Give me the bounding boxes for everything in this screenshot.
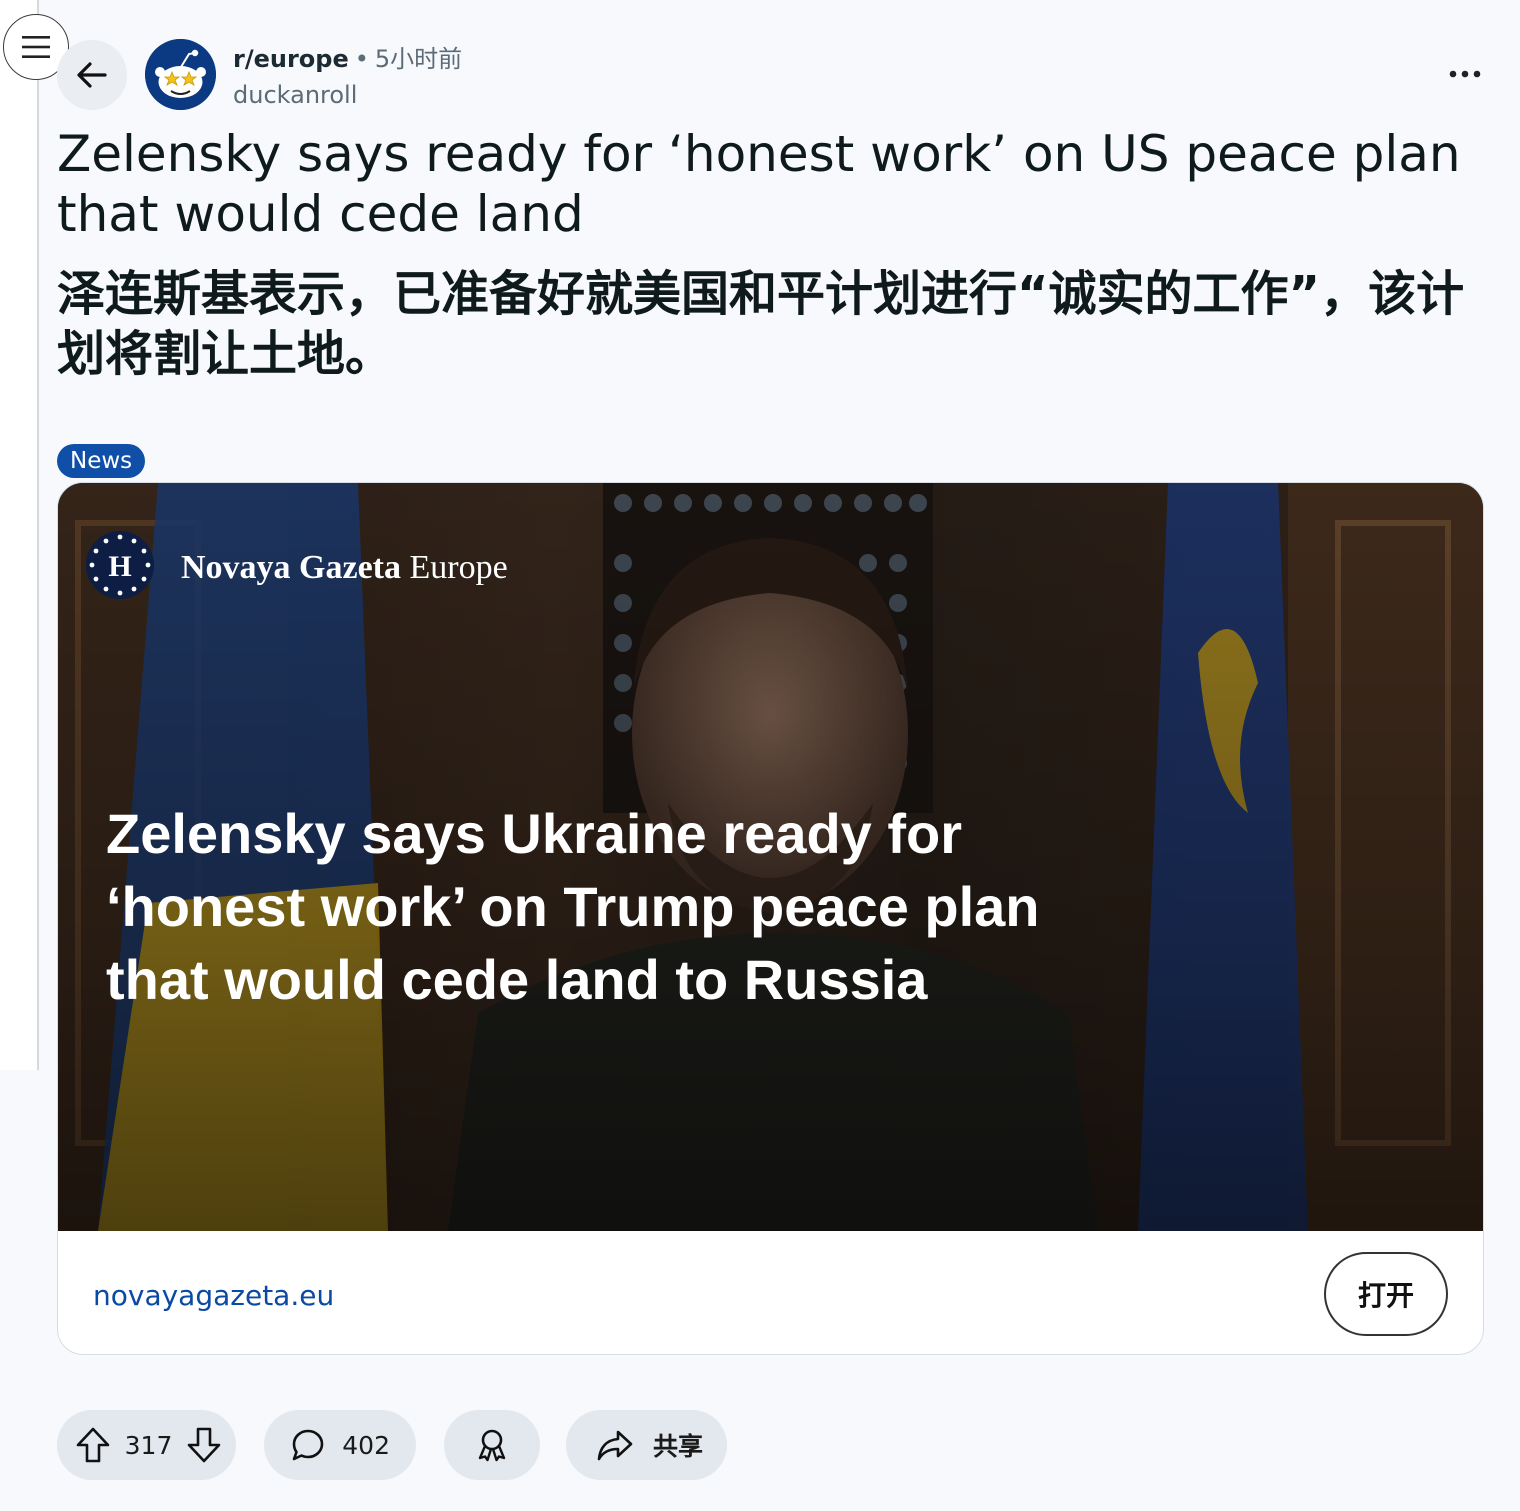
award-ribbon-icon [478,1429,506,1462]
left-sidebar-rail [0,0,39,1070]
award-button[interactable] [444,1410,540,1480]
subreddit-name[interactable]: r/europe [233,45,349,73]
post-time: 5小时前 [374,45,463,73]
comment-count: 402 [342,1430,390,1460]
publisher-logo-letter: H [108,550,131,583]
subreddit-avatar[interactable] [145,39,216,110]
post-author[interactable]: duckanroll [233,78,357,112]
image-headline-line: ‘honest work’ on Trump peace plan [106,875,1040,938]
image-headline-line: that would cede land to Russia [106,948,928,1011]
post-title: Zelensky says ready for ‘honest work’ on… [57,125,1461,243]
more-horizontal-icon [1449,70,1481,78]
post-meta: r/europe • 5小时前 [233,42,462,76]
more-options-button[interactable] [1440,54,1490,94]
image-headline: Zelensky says Ukraine ready for ‘honest … [106,802,1040,1011]
comments-button[interactable]: 402 [264,1410,416,1480]
publisher-wordmark: Novaya Gazeta Europe [181,549,508,586]
share-button[interactable]: 共享 [566,1410,727,1480]
upvote-button[interactable] [75,1426,111,1464]
image-headline-line: Zelensky says Ukraine ready for [106,802,962,865]
downvote-button[interactable] [186,1426,222,1464]
post-flair[interactable]: News [57,444,146,478]
publisher-logo: H [86,531,154,599]
vote-score: 317 [124,1430,173,1460]
link-thumbnail-image[interactable]: H Novaya Gazeta Europe Zelensky says Ukr… [58,483,1484,1231]
vote-bar: 317 [57,1410,236,1480]
share-arrow-icon [597,1430,633,1461]
share-label: 共享 [652,1432,703,1461]
meta-separator: • [354,45,369,73]
subreddit-snoo-icon [145,39,216,110]
open-link-button[interactable]: 打开 [1324,1252,1448,1336]
hamburger-menu-icon [22,36,50,58]
speech-bubble-icon [292,1429,324,1461]
link-preview-card[interactable]: H Novaya Gazeta Europe Zelensky says Ukr… [57,482,1484,1355]
arrow-down-icon [187,1427,221,1463]
post-title-translation: 泽连斯基表示，已准备好就美国和平计划进行“诚实的工作”，该计划将割让土地。 [57,266,1465,382]
arrow-up-icon [76,1427,110,1463]
back-button[interactable] [57,40,127,110]
link-domain[interactable]: novayagazeta.eu [93,1279,334,1312]
arrow-left-icon [77,62,107,88]
